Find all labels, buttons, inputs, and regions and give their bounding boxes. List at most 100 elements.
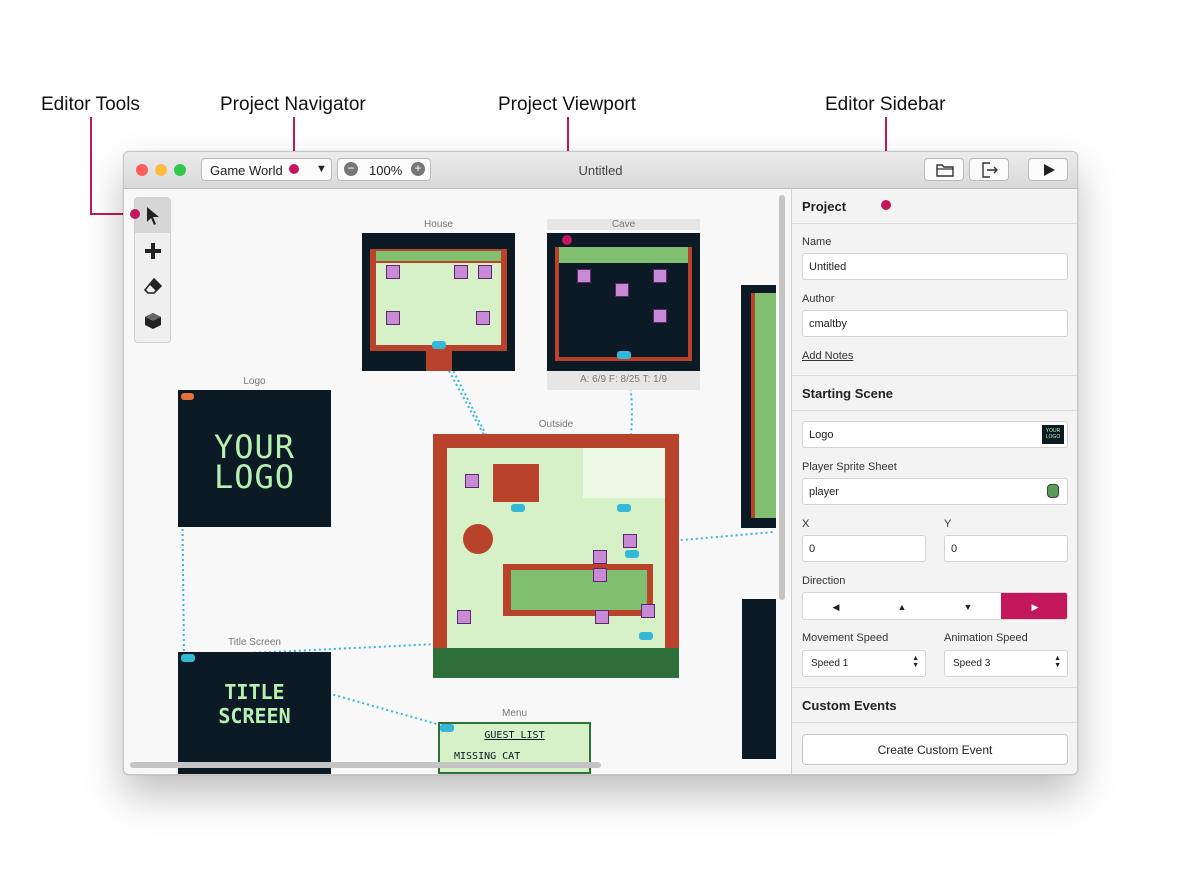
animation-speed-label: Animation Speed [944,632,1028,644]
cave-exit-trigger[interactable] [617,351,631,359]
y-label: Y [944,518,952,530]
outside-cave-area [583,448,665,498]
scene-label-cave: Cave [547,219,700,230]
folder-open-icon [936,164,954,177]
outside-lake [511,570,647,610]
house-door [426,351,452,371]
scene-label-house: House [424,219,453,230]
colorize-tool[interactable] [135,303,170,338]
sprite-sheet-value: player [809,486,839,498]
sprite-sheet-label: Player Sprite Sheet [802,461,897,473]
play-button[interactable] [1028,158,1068,181]
updown-chevron-icon: ▲ ▼ [1054,655,1061,669]
direction-left-button[interactable]: ◀ [803,593,870,619]
author-label: Author [802,293,835,305]
menu-title: GUEST LIST [484,730,545,741]
add-plus-icon [144,242,161,259]
direction-label: Direction [802,575,846,587]
outside-tree [463,524,493,554]
project-viewport[interactable]: House Cave A: 6/9 F: 8/25 T: 1/9 Logo YO… [124,189,791,774]
outside-house-trigger[interactable] [511,504,525,512]
editor-tools [134,197,171,343]
play-icon [1044,164,1055,176]
title-bar: Game World ▼ − 100% + Untitled [124,152,1077,189]
house-exit-trigger[interactable] [432,341,446,349]
outside-npc-sprite [457,610,471,624]
logo-text-line-2: LOGO [213,458,296,496]
y-field[interactable]: 0 [944,535,1068,562]
starting-scene-heading: Starting Scene [792,376,1077,411]
name-label: Name [802,236,832,248]
outside-east-trigger[interactable] [625,550,639,558]
custom-events-heading: Custom Events [792,688,1077,723]
title-text-line-2: SCREEN [218,704,291,728]
outside-npc-sprite [595,610,609,624]
horizontal-scrollbar[interactable] [130,762,601,768]
cave-wall-right [688,247,692,359]
outside-cave-trigger[interactable] [617,504,631,512]
scene-thumbnail-text: YOUR LOGO [1045,428,1061,440]
x-field[interactable]: 0 [802,535,926,562]
callout-dot-project-navigator [289,164,299,174]
scene-label-outside: Outside [538,419,574,430]
outside-item-sprite [593,568,607,582]
logo-trigger-icon [181,393,194,400]
starting-scene-select[interactable]: Logo YOUR LOGO [802,421,1068,448]
outside-target-sprite [623,534,637,548]
author-field[interactable]: cmaltby [802,310,1068,337]
animation-speed-select[interactable]: Speed 3 ▲ ▼ [944,650,1068,677]
outside-house [493,464,539,502]
name-field[interactable]: Untitled [802,253,1068,280]
movement-speed-select[interactable]: Speed 1 ▲ ▼ [802,650,926,677]
add-tool[interactable] [135,233,170,268]
callout-dot-editor-tools [130,209,140,219]
export-button[interactable] [969,158,1009,181]
direction-right-button[interactable]: ▶ [1001,593,1067,619]
animation-speed-value: Speed 3 [953,658,991,669]
export-icon [982,162,998,178]
callout-dot-editor-sidebar [881,200,891,210]
scene-label-menu: Menu [501,708,527,719]
house-sign-sprite [386,311,400,325]
scene-offscreen-right-bottom[interactable] [742,599,776,759]
sprite-sheet-select[interactable]: player [802,478,1068,505]
editor-sidebar: Project Name Untitled Author cmaltby Add… [791,189,1077,774]
vertical-scrollbar[interactable] [779,195,785,600]
eraser-tool[interactable] [135,268,170,303]
arrow-down-icon: ▼ [963,602,973,612]
cave-npc-sprite [615,283,629,297]
scene-label-logo: Logo [243,376,266,387]
player-sprite-icon [1047,484,1059,498]
scene-outside[interactable] [433,434,679,678]
scene-house[interactable] [362,233,515,371]
arrow-up-icon: ▲ [897,602,907,612]
select-tool[interactable] [135,198,170,233]
cave-wall-left [555,247,559,359]
scene-offscreen-right-top[interactable] [741,285,776,528]
outside-cat-sprite [465,474,479,488]
add-notes-link[interactable]: Add Notes [802,350,853,362]
x-label: X [802,518,810,530]
movement-speed-label: Movement Speed [802,632,889,644]
eraser-icon [143,277,162,294]
scene-title-screen[interactable]: TITLE SCREEN [178,652,331,774]
select-arrow-icon [146,206,159,225]
outside-south-trigger[interactable] [639,632,653,640]
cave-torch-sprite [577,269,591,283]
direction-down-button[interactable]: ▼ [935,593,1002,619]
create-custom-event-button[interactable]: Create Custom Event [802,734,1068,765]
movement-speed-value: Speed 1 [811,658,849,669]
callout-dot-project-viewport [562,235,572,245]
direction-up-button[interactable]: ▲ [869,593,936,619]
app-window: Game World ▼ − 100% + Untitled House Cav… [123,151,1078,775]
outside-sign-sprite [641,604,655,618]
title-screen-trigger[interactable] [181,654,195,662]
callout-project-viewport: Project Viewport [498,94,636,115]
callout-editor-sidebar: Editor Sidebar [825,94,946,115]
scene-thumbnail: YOUR LOGO [1042,425,1064,444]
project-heading: Project [792,189,1077,224]
open-folder-button[interactable] [924,158,964,181]
cave-item-sprite [653,309,667,323]
scene-logo[interactable]: YOUR LOGO [178,390,331,527]
scene-cave[interactable] [547,233,700,371]
